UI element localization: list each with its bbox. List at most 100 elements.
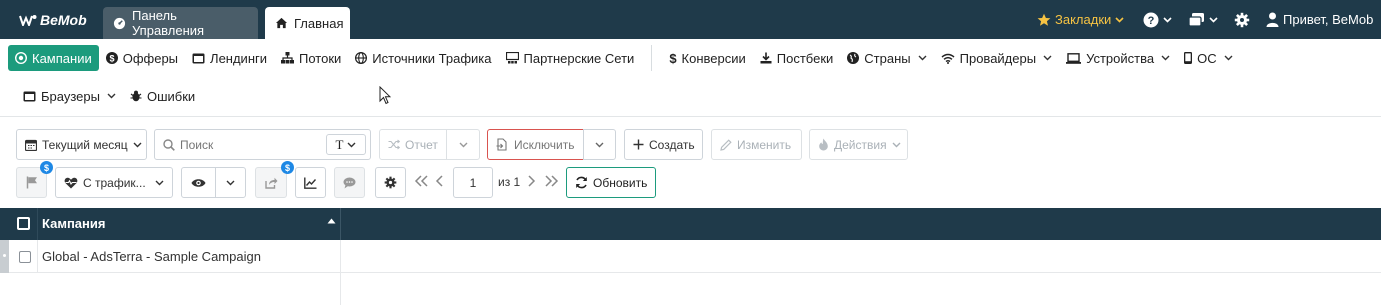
chevron-down-icon — [1163, 16, 1172, 23]
search-input[interactable] — [180, 137, 315, 152]
chevron-down-icon — [133, 142, 142, 148]
bemob-logo[interactable]: BeMob — [19, 12, 87, 28]
nav-offers[interactable]: $ Офферы — [99, 45, 185, 71]
chevron-down-icon — [918, 53, 927, 63]
nav-os-label: ОС — [1197, 50, 1217, 66]
mouse-cursor — [379, 85, 392, 108]
campaign-name[interactable]: Global - AdsTerra - Sample Campaign — [42, 240, 261, 273]
double-chevron-left-icon — [414, 175, 428, 187]
nav-providers[interactable]: Провайдеры — [934, 45, 1059, 71]
comment-button[interactable] — [334, 167, 365, 198]
nav-affiliate-networks-label: Партнерские Сети — [523, 50, 635, 66]
search-mode-select[interactable]: T — [326, 134, 366, 155]
exclude-button[interactable]: Исключить — [487, 129, 584, 160]
user-menu[interactable]: Привет, BeMob — [1266, 0, 1373, 39]
table-row[interactable]: Global - AdsTerra - Sample Campaign — [0, 240, 1381, 273]
prev-page-button[interactable] — [435, 175, 444, 190]
first-page-button[interactable] — [414, 175, 429, 190]
nav-postbacks[interactable]: Постбеки — [753, 45, 841, 71]
columns-visibility-button[interactable] — [181, 167, 216, 198]
bug-icon — [130, 90, 142, 102]
nav-flows-label: Потоки — [299, 50, 342, 66]
search-box[interactable]: T — [154, 129, 371, 160]
chevron-down-icon — [595, 142, 604, 148]
report-dropdown-button[interactable] — [446, 129, 480, 160]
report-button[interactable]: Отчет — [379, 129, 447, 160]
nav-browsers[interactable]: Браузеры — [17, 83, 123, 109]
tab-home[interactable]: Главная — [265, 7, 350, 39]
chevron-down-icon — [892, 142, 901, 148]
nav-campaigns[interactable]: Кампании — [8, 45, 99, 71]
column-divider — [37, 240, 38, 273]
nav-offers-label: Офферы — [122, 50, 179, 66]
gear-icon — [384, 176, 397, 189]
chevron-down-icon — [226, 180, 235, 186]
last-page-button[interactable] — [544, 175, 559, 190]
nav-landers-label: Лендинги — [210, 50, 268, 66]
date-range-select[interactable]: Текущий месяц — [16, 129, 147, 160]
page-number-value: 1 — [469, 175, 477, 190]
calendar-icon — [25, 139, 37, 151]
date-range-value: Текущий месяц — [42, 137, 128, 152]
actions-button[interactable]: Действия — [809, 129, 908, 160]
nav-devices[interactable]: Устройства — [1059, 45, 1177, 71]
download-icon — [760, 52, 772, 64]
nav-conversions-label: Конверсии — [681, 50, 746, 66]
traffic-filter-value: С трафик... — [83, 175, 146, 190]
refresh-label: Обновить — [593, 175, 648, 190]
svg-text:$: $ — [109, 53, 114, 63]
top-bar: BeMob Панель Управления Главная Закладки… — [0, 0, 1381, 39]
nav-countries[interactable]: Страны — [840, 45, 933, 71]
chart-button[interactable] — [295, 167, 326, 198]
chevron-down-icon — [1224, 53, 1233, 63]
nav-affiliate-networks[interactable]: Партнерские Сети — [499, 45, 642, 71]
table-header: Кампания — [0, 208, 1381, 240]
file-exclude-icon — [496, 138, 509, 151]
nav-postbacks-label: Постбеки — [776, 50, 834, 66]
browser-window-icon — [192, 53, 205, 64]
info-badge: $ — [40, 161, 53, 174]
next-page-button[interactable] — [527, 175, 536, 190]
columns-dropdown-button[interactable] — [215, 167, 246, 198]
exclude-dropdown-button[interactable] — [583, 129, 616, 160]
dollar-icon: $ — [669, 50, 677, 66]
nav-flows[interactable]: Потоки — [274, 45, 348, 71]
edit-label: Изменить — [737, 137, 792, 152]
fire-icon — [818, 138, 829, 151]
sort-asc-icon[interactable] — [327, 217, 336, 226]
chevron-down-icon — [1161, 53, 1170, 63]
question-icon: ? — [1143, 12, 1159, 28]
chevron-down-icon — [107, 91, 116, 101]
select-all-checkbox[interactable] — [17, 217, 30, 230]
table-settings-button[interactable] — [375, 167, 406, 198]
info-badge: $ — [281, 161, 294, 174]
shuffle-icon — [388, 139, 400, 150]
report-label: Отчет — [405, 137, 438, 152]
tab-dashboard[interactable]: Панель Управления — [103, 7, 258, 39]
create-button[interactable]: Создать — [624, 129, 703, 160]
nav-conversions[interactable]: $ Конверсии — [662, 45, 752, 71]
settings-button[interactable] — [1234, 0, 1250, 39]
column-header-campaign[interactable]: Кампания — [42, 208, 105, 240]
chevron-down-icon — [1115, 16, 1124, 23]
help-menu[interactable]: ? — [1143, 0, 1172, 39]
traffic-filter-select[interactable]: С трафик... — [55, 167, 173, 198]
exclude-label: Исключить — [514, 137, 575, 152]
refresh-button[interactable]: Обновить — [566, 167, 656, 198]
nav-devices-label: Устройства — [1086, 50, 1155, 66]
nav-providers-label: Провайдеры — [959, 50, 1037, 66]
bookmarks-menu[interactable]: Закладки — [1037, 0, 1124, 39]
line-chart-icon — [304, 177, 317, 189]
nav-traffic-sources[interactable]: Источники Трафика — [348, 45, 498, 71]
windows-icon — [1188, 12, 1205, 27]
nav-errors-label: Ошибки — [146, 88, 196, 104]
nav-errors[interactable]: Ошибки — [123, 83, 202, 109]
edit-button[interactable]: Изменить — [711, 129, 802, 160]
nav-landers[interactable]: Лендинги — [185, 45, 274, 71]
windows-menu[interactable] — [1188, 0, 1218, 39]
browser-window-icon — [23, 91, 36, 102]
column-divider — [340, 208, 341, 240]
nav-os[interactable]: ОС — [1177, 45, 1240, 71]
row-checkbox[interactable] — [19, 251, 31, 263]
page-number-input[interactable]: 1 — [453, 167, 493, 198]
